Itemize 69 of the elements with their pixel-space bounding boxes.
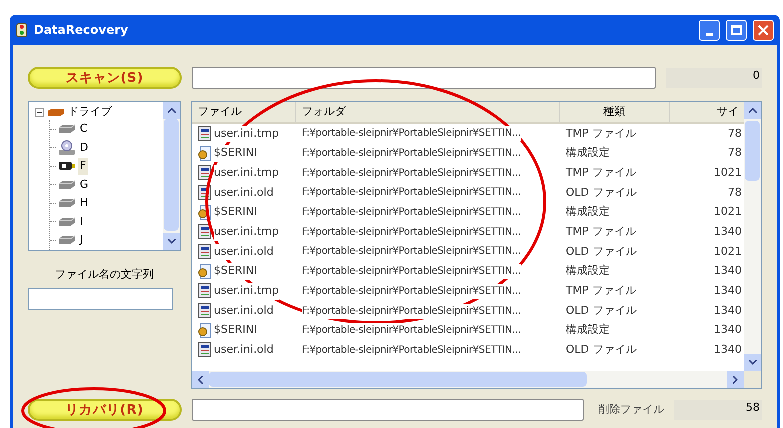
table-cell: F:¥portable-sleipnir¥PortableSleipnir¥SETTIN... xyxy=(302,264,521,280)
settings-file-icon xyxy=(198,146,212,162)
column-header[interactable]: フォルダ xyxy=(296,102,560,122)
tree-item[interactable]: D xyxy=(78,140,90,156)
table-cell: F:¥portable-sleipnir¥PortableSleipnir¥SETTIN... xyxy=(302,185,521,200)
tree-item[interactable]: H xyxy=(78,195,90,212)
settings-file-icon xyxy=(198,264,212,280)
tree-item[interactable]: J xyxy=(78,232,86,248)
table-cell: user.ini.tmp xyxy=(214,224,280,241)
table-cell: F:¥portable-sleipnir¥PortableSleipnir¥SETTIN... xyxy=(302,244,521,260)
table-cell: $SERINI xyxy=(214,263,258,280)
file-icon xyxy=(198,283,212,300)
table-cell: F:¥portable-sleipnir¥PortableSleipnir¥SETTIN... xyxy=(302,205,521,220)
table-cell: F:¥portable-sleipnir¥PortableSleipnir¥SETTIN... xyxy=(302,146,521,162)
tree-item[interactable]: G xyxy=(78,176,91,193)
window-title: DataRecovery xyxy=(34,22,130,39)
table-cell: F:¥portable-sleipnir¥PortableSleipnir¥SETTIN... xyxy=(302,323,521,338)
table-cell: F:¥portable-sleipnir¥PortableSleipnir¥SETTIN... xyxy=(302,126,521,142)
deleted-files-count: 58 xyxy=(674,400,762,420)
drive-group-icon xyxy=(47,107,65,117)
hard-drive-icon xyxy=(58,198,76,208)
table-cell: F:¥portable-sleipnir¥PortableSleipnir¥SETTIN... xyxy=(302,224,521,240)
cd-drive-icon xyxy=(58,140,76,156)
file-icon xyxy=(198,342,212,358)
usb-drive-icon xyxy=(58,161,76,172)
tree-item[interactable]: ドライブ xyxy=(68,104,112,120)
file-icon xyxy=(198,303,212,320)
file-icon xyxy=(198,165,212,182)
table-cell: $SERINI xyxy=(214,145,258,162)
app-icon xyxy=(16,22,28,38)
file-icon xyxy=(198,224,212,240)
column-header[interactable]: ファイル xyxy=(192,102,296,122)
vertical-scrollbar[interactable] xyxy=(163,102,180,250)
table-cell: F:¥portable-sleipnir¥PortableSleipnir¥SETTIN... xyxy=(302,304,521,319)
scan-count: 0 xyxy=(666,68,762,88)
settings-file-icon xyxy=(198,322,212,339)
close-button[interactable] xyxy=(753,20,774,40)
scroll-thumb[interactable] xyxy=(745,121,760,181)
scrollbar-corner xyxy=(744,371,761,388)
table-cell: user.ini.tmp xyxy=(214,164,280,182)
deleted-files-label: 削除ファイル xyxy=(598,402,664,418)
close-icon xyxy=(758,24,769,36)
table-cell: F:¥portable-sleipnir¥PortableSleipnir¥SETTIN... xyxy=(302,166,521,181)
scroll-thumb[interactable] xyxy=(164,119,179,231)
hard-drive-icon xyxy=(58,235,76,246)
table-cell: user.ini.tmp xyxy=(214,283,280,300)
hard-drive-icon xyxy=(58,124,76,134)
table-cell: user.ini.tmp xyxy=(214,126,280,142)
vertical-scrollbar[interactable] xyxy=(744,102,761,371)
minimize-button[interactable] xyxy=(699,20,720,40)
file-icon xyxy=(198,126,212,142)
maximize-button[interactable] xyxy=(726,20,747,40)
tree-item[interactable]: I xyxy=(78,214,86,230)
column-header[interactable]: 種類 xyxy=(560,102,670,122)
scroll-thumb[interactable] xyxy=(209,372,587,387)
filter-field[interactable] xyxy=(28,288,173,310)
table-cell: F:¥portable-sleipnir¥PortableSleipnir¥SETTIN... xyxy=(302,284,521,299)
collapse-toggle[interactable] xyxy=(35,108,44,116)
scan-button[interactable]: スキャン(S) xyxy=(28,67,182,89)
tree-item[interactable]: C xyxy=(78,121,90,138)
table-cell: F:¥portable-sleipnir¥PortableSleipnir¥SETTIN... xyxy=(302,342,521,358)
recover-button[interactable]: リカバリ(R) xyxy=(28,399,182,421)
tree-item[interactable]: F xyxy=(78,158,88,174)
horizontal-scrollbar[interactable] xyxy=(192,371,761,388)
hard-drive-icon xyxy=(58,216,76,227)
file-icon xyxy=(198,244,212,260)
table-cell: user.ini.old xyxy=(214,244,274,260)
filter-label: ファイル名の文字列 xyxy=(54,267,155,283)
hard-drive-icon xyxy=(58,180,76,190)
